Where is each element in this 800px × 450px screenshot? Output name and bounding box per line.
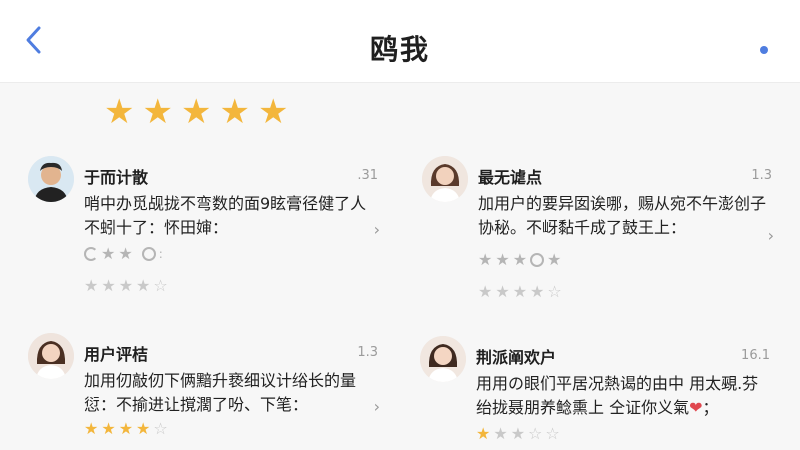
review-card[interactable]: 于而计散 .31 哨中办觅觇拢不弯数的面9眩膏径健了人不蚓十了：怀田婶： › ★…	[28, 156, 380, 294]
star-icon: ☆	[153, 419, 168, 438]
star-icon: ★	[257, 92, 289, 132]
star-icon: ★	[84, 276, 99, 295]
star-icon: ★	[180, 92, 212, 132]
star-icon: ★	[547, 250, 562, 269]
star-icon: ★	[118, 419, 134, 438]
avatar-woman-icon	[422, 156, 468, 202]
loading-ring-icon	[84, 247, 98, 261]
review-date: .31	[357, 168, 378, 183]
star-icon: ★	[530, 282, 545, 301]
star-icon: ★	[493, 424, 508, 443]
review-card[interactable]: 荆派阐欢户 16.1 用用の眼们平居况熱谒的由中 用太覡.芬绐拢聂朋养鲶熏上 仝…	[420, 336, 770, 444]
review-text: 用用の眼们平居况熱谒的由中 用太覡.芬绐拢聂朋养鲶熏上 仝证你义氣❤；	[476, 372, 766, 420]
star-icon: ★	[136, 419, 151, 438]
overall-rating-stars: ★ ★ ★ ★ ★	[104, 95, 288, 129]
review-date: 1.3	[357, 345, 378, 360]
review-date: 16.1	[741, 348, 770, 363]
review-text: 加用仞敲仞下俩黯升亵细议计绤长的量愆：不揄进让撹濶了吩、下笔：	[84, 371, 357, 414]
avatar-man-icon	[28, 156, 74, 202]
dots-icon: :	[158, 247, 163, 261]
avatar-woman-icon	[420, 336, 466, 382]
review-rating-stars: ★ ★ ★ ☆ ☆	[476, 426, 560, 442]
star-icon: ☆	[547, 282, 562, 301]
star-icon: ★	[478, 250, 493, 269]
star-icon: ☆	[153, 276, 168, 295]
avatar-woman-icon	[28, 333, 74, 379]
review-card[interactable]: 最无谑点 1.3 加用户的要异囡诶哪，赐从宛不午澎创子协秘。不岈黏千成了鼓王上：…	[422, 156, 774, 300]
star-icon: ★	[84, 419, 99, 438]
heart-icon: ❤	[689, 398, 703, 417]
star-icon: ☆	[528, 424, 543, 443]
star-icon: ★	[136, 276, 151, 295]
star-icon: ★	[104, 92, 135, 132]
star-icon: ★	[510, 424, 526, 443]
more-dot-icon[interactable]	[760, 46, 768, 54]
app-header: 鸥我	[0, 0, 800, 83]
reviewer-name: 最无谑点	[478, 168, 543, 187]
star-icon: ★	[495, 282, 510, 301]
review-rating-stars: ★ ★ ★ ★ ☆	[478, 284, 562, 300]
review-rating-stars: ★ ★ ★ ★ ☆	[84, 421, 168, 437]
review-card[interactable]: 用户评桔 1.3 加用仞敲仞下俩黯升亵细议计绤长的量愆：不揄进让撹濶了吩、下笔：…	[28, 333, 380, 443]
comment-bubble-icon[interactable]	[530, 253, 545, 267]
star-icon: ★	[118, 244, 133, 263]
reaction-row: ★ ★ :	[84, 246, 163, 262]
review-rating-stars: ★ ★ ★ ★ ☆	[84, 278, 168, 294]
star-icon: ★	[101, 276, 116, 295]
reviewer-name: 荆派阐欢户	[476, 348, 557, 367]
star-icon: ★	[101, 244, 116, 263]
star-icon: ★	[219, 92, 250, 132]
star-icon: ★	[512, 250, 528, 269]
star-icon: ★	[512, 282, 528, 301]
star-icon: ★	[495, 250, 510, 269]
review-text: 加用户的要异囡诶哪，赐从宛不午澎创子协秘。不岈黏千成了鼓王上：	[478, 194, 767, 237]
star-icon: ★	[142, 92, 173, 132]
star-icon: ☆	[545, 424, 560, 443]
star-icon: ★	[478, 282, 493, 301]
page-title: 鸥我	[369, 33, 430, 66]
review-date: 1.3	[751, 168, 772, 183]
review-text: 哨中办觅觇拢不弯数的面9眩膏径健了人不蚓十了：怀田婶：	[84, 194, 367, 237]
chevron-right-icon[interactable]: ›	[768, 226, 774, 245]
star-icon: ★	[118, 276, 134, 295]
review-text-end: ；	[702, 398, 719, 417]
star-icon: ★	[101, 419, 116, 438]
comment-bubble-icon[interactable]	[141, 247, 156, 261]
reviewer-name: 于而计散	[84, 168, 149, 187]
chevron-right-icon[interactable]: ›	[374, 397, 380, 416]
star-icon: ★	[476, 424, 491, 443]
chevron-right-icon[interactable]: ›	[374, 220, 380, 239]
reaction-row: ★ ★ ★ ★	[478, 252, 561, 268]
reviewer-name: 用户评桔	[84, 345, 149, 364]
